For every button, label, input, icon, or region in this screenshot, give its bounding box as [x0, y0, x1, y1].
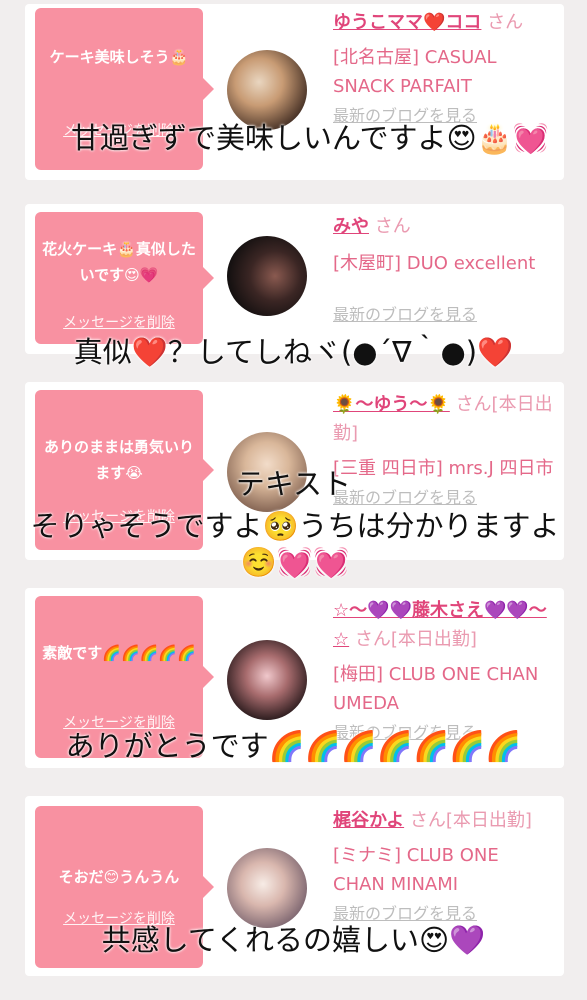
message-bubble: 花火ケーキ🎂真似したいです😍💗 メッセージを削除	[35, 212, 214, 344]
reply-caption: ありがとうです🌈🌈🌈🌈🌈🌈🌈	[65, 729, 522, 763]
user-info: 梶谷かよ さん[本日出勤] [ミナミ] CLUB ONE CHAN MINAMI…	[333, 806, 556, 928]
honorific: さん[本日出勤]	[409, 810, 532, 831]
user-info: みや さん [木屋町] DUO excellent 最新のブログを見る	[333, 212, 556, 329]
avatar[interactable]	[227, 640, 307, 720]
reply-caption: 真似❤️？してしねヾ(●´∇｀●)❤️	[73, 335, 514, 369]
reply-caption: 甘過ぎずで美味しいんですよ😍🎂💓	[71, 121, 549, 155]
reply-caption: 共感してくれるの嬉しい😍💜	[101, 923, 486, 957]
shop-name: [ミナミ] CLUB ONE CHAN MINAMI	[333, 845, 499, 895]
avatar[interactable]	[227, 848, 307, 928]
honorific: さん[本日出勤]	[354, 629, 477, 650]
honorific: さん	[374, 216, 411, 237]
bubble-message: 花火ケーキ🎂真似したいです😍💗	[42, 240, 196, 284]
blog-link[interactable]: 最新のブログを見る	[333, 300, 556, 329]
avatar[interactable]	[227, 236, 307, 316]
bubble-message: ケーキ美味しそう🎂	[49, 48, 189, 66]
bubble-message: 素敵です🌈🌈🌈🌈🌈	[42, 644, 196, 662]
delete-message-link[interactable]: メッセージを削除	[35, 312, 203, 332]
shop-name: [梅田] CLUB ONE CHAN UMEDA	[333, 664, 539, 714]
user-name-link[interactable]: 🌻〜ゆう〜🌻	[333, 394, 450, 415]
shop-name: [北名古屋] CASUAL SNACK PARFAIT	[333, 47, 497, 97]
reply-caption: テキスト	[235, 467, 352, 501]
avatar[interactable]	[227, 50, 307, 130]
honorific: さん	[487, 12, 524, 33]
user-name-link[interactable]: 梶谷かよ	[333, 810, 404, 831]
reply-caption: そりゃそうですよ🥺うちは分かりますよ☺️💓💓	[30, 509, 560, 579]
user-info: ☆〜💜💜藤木さえ💜💜〜☆ さん[本日出勤] [梅田] CLUB ONE CHAN…	[333, 596, 556, 747]
message-card: 花火ケーキ🎂真似したいです😍💗 メッセージを削除 みや さん [木屋町] DUO…	[25, 204, 564, 354]
shop-name: [木屋町] DUO excellent	[333, 253, 536, 274]
bubble-message: そおだ😊うんうん	[58, 868, 180, 886]
user-name-link[interactable]: みや	[333, 216, 369, 237]
user-info: ゆうこママ❤️ココ さん [北名古屋] CASUAL SNACK PARFAIT…	[333, 8, 556, 130]
user-name-link[interactable]: ゆうこママ❤️ココ	[333, 12, 481, 33]
